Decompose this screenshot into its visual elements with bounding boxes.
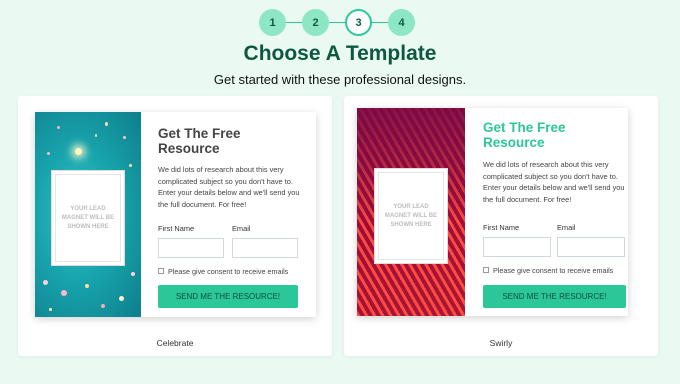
- confetti-dot: [119, 296, 124, 301]
- template-name: Celebrate: [156, 338, 194, 348]
- consent-row: Please give consent to receive emails: [483, 266, 626, 275]
- swirly-background-image: YOUR LEAD MAGNET WILL BE SHOWN HERE: [357, 108, 465, 316]
- send-resource-button[interactable]: SEND ME THE RESOURCE!: [483, 284, 626, 308]
- confetti-dot: [105, 122, 108, 126]
- confetti-dot: [129, 164, 132, 167]
- template-name: Swirly: [489, 338, 513, 348]
- confetti-dot: [75, 148, 82, 155]
- template-card-swirly[interactable]: YOUR LEAD MAGNET WILL BE SHOWN HERE Get …: [344, 96, 658, 356]
- confetti-dot: [47, 152, 50, 155]
- confetti-dot: [49, 308, 52, 311]
- consent-row: Please give consent to receive emails: [158, 267, 302, 276]
- form-heading: Get The Free Resource: [483, 120, 566, 150]
- consent-label: Please give consent to receive emails: [168, 266, 289, 276]
- template-preview: YOUR LEAD MAGNET WILL BE SHOWN HERE Get …: [357, 108, 628, 316]
- confetti-dot: [43, 280, 48, 285]
- first-name-label: First Name: [158, 223, 195, 233]
- confetti-dot: [61, 290, 67, 296]
- step-connector: [329, 22, 345, 23]
- first-name-input[interactable]: [483, 236, 551, 257]
- progress-stepper: 1 2 3 4: [0, 9, 680, 37]
- consent-checkbox[interactable]: [158, 268, 164, 275]
- confetti-dot: [123, 136, 126, 139]
- confetti-dot: [95, 134, 97, 137]
- confetti-dot: [101, 304, 105, 308]
- lead-magnet-placeholder: YOUR LEAD MAGNET WILL BE SHOWN HERE: [51, 170, 125, 266]
- step-3-current[interactable]: 3: [345, 9, 372, 36]
- step-connector: [372, 22, 388, 23]
- celebrate-background-image: YOUR LEAD MAGNET WILL BE SHOWN HERE: [35, 112, 141, 317]
- page-subtitle: Get started with these professional desi…: [213, 72, 467, 87]
- first-name-label: First Name: [483, 222, 520, 232]
- form-description: We did lots of research about this very …: [158, 165, 300, 210]
- email-label: Email: [557, 222, 576, 232]
- first-name-input[interactable]: [158, 237, 224, 258]
- consent-checkbox[interactable]: [483, 267, 489, 274]
- lead-magnet-placeholder: YOUR LEAD MAGNET WILL BE SHOWN HERE: [374, 168, 448, 264]
- page-title: Choose A Template: [243, 42, 437, 65]
- step-1[interactable]: 1: [259, 9, 286, 36]
- confetti-dot: [131, 272, 135, 276]
- confetti-dot: [85, 284, 89, 288]
- form-heading: Get The Free Resource: [158, 126, 241, 156]
- optin-form: Get The Free Resource We did lots of res…: [465, 108, 628, 316]
- email-label: Email: [232, 223, 251, 233]
- consent-label: Please give consent to receive emails: [493, 265, 614, 275]
- step-2[interactable]: 2: [302, 9, 329, 36]
- step-connector: [286, 22, 302, 23]
- email-input[interactable]: [232, 237, 298, 258]
- form-description: We did lots of research about this very …: [483, 160, 625, 205]
- step-4[interactable]: 4: [388, 9, 415, 36]
- template-card-celebrate[interactable]: YOUR LEAD MAGNET WILL BE SHOWN HERE Get …: [18, 96, 332, 356]
- optin-form: Get The Free Resource We did lots of res…: [141, 112, 316, 317]
- confetti-dot: [57, 126, 60, 129]
- email-input[interactable]: [557, 236, 625, 257]
- template-preview: YOUR LEAD MAGNET WILL BE SHOWN HERE Get …: [35, 112, 316, 317]
- send-resource-button[interactable]: SEND ME THE RESOURCE!: [158, 284, 298, 308]
